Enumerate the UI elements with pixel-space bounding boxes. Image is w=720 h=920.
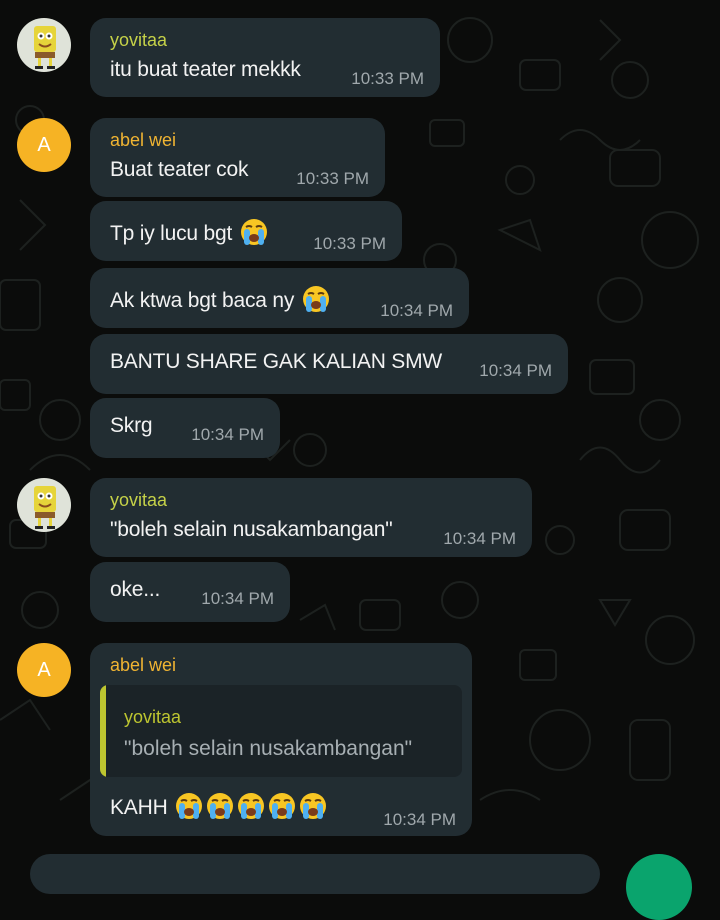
message-text: Tp iy lucu bgt xyxy=(110,217,269,247)
message-input[interactable] xyxy=(30,854,600,894)
sender-name-abel[interactable]: abel wei xyxy=(110,655,176,676)
contact-avatar-abel[interactable]: A xyxy=(17,643,71,697)
reply-message-bubble[interactable]: abel wei yovitaa "boleh selain nusakamba… xyxy=(90,643,472,836)
quoted-sender-name: yovitaa xyxy=(124,707,182,727)
message-bubble[interactable]: Tp iy lucu bgt 10:33 PM xyxy=(90,201,402,261)
message-text: itu buat teater mekkk xyxy=(110,58,301,81)
contact-avatar-abel[interactable]: A xyxy=(17,118,71,172)
message-list[interactable]: yovitaa itu buat teater mekkk 10:33 PM A… xyxy=(0,0,720,864)
message-bubble[interactable]: BANTU SHARE GAK KALIAN SMW 10:34 PM xyxy=(90,334,568,394)
sponge-character-icon xyxy=(34,486,56,529)
contact-avatar-yovitaa[interactable] xyxy=(17,18,71,72)
loudly-crying-face-icon xyxy=(269,793,296,819)
avatar-initial: A xyxy=(37,658,51,681)
loudly-crying-face-icon xyxy=(240,219,267,245)
message-bubble[interactable]: yovitaa "boleh selain nusakambangan" 10:… xyxy=(90,478,532,557)
message-text: Buat teater cok xyxy=(110,158,249,181)
message-text: Skrg xyxy=(110,414,153,437)
loudly-crying-face-icon xyxy=(207,793,234,819)
message-text: KAHH xyxy=(110,791,328,821)
quote-accent-bar xyxy=(100,685,106,777)
sender-name-abel[interactable]: abel wei xyxy=(110,130,176,151)
message-time: 10:34 PM xyxy=(443,529,516,548)
message-time: 10:33 PM xyxy=(351,69,424,88)
message-text-content: KAHH xyxy=(110,796,168,819)
quoted-text: "boleh selain nusakambangan" xyxy=(124,737,413,760)
message-text: "boleh selain nusakambangan" xyxy=(110,518,393,541)
message-time: 10:34 PM xyxy=(383,810,456,829)
message-time: 10:33 PM xyxy=(296,169,369,188)
message-time: 10:34 PM xyxy=(479,361,552,380)
message-bubble[interactable]: Skrg 10:34 PM xyxy=(90,398,280,458)
emoji-row xyxy=(173,793,328,819)
message-bubble[interactable]: abel wei Buat teater cok 10:33 PM xyxy=(90,118,385,197)
loudly-crying-face-icon xyxy=(302,286,329,312)
message-time: 10:34 PM xyxy=(201,589,274,608)
message-time: 10:34 PM xyxy=(191,425,264,444)
message-time: 10:33 PM xyxy=(313,234,386,253)
message-time: 10:34 PM xyxy=(380,301,453,320)
message-text: oke... xyxy=(110,578,161,601)
sender-name-yovitaa[interactable]: yovitaa xyxy=(110,30,167,51)
quoted-message[interactable]: yovitaa "boleh selain nusakambangan" xyxy=(100,685,462,777)
loudly-crying-face-icon xyxy=(300,793,327,819)
avatar-initial: A xyxy=(37,133,51,156)
sponge-character-icon xyxy=(34,26,56,69)
loudly-crying-face-icon xyxy=(238,793,265,819)
message-bubble[interactable]: yovitaa itu buat teater mekkk 10:33 PM xyxy=(90,18,440,97)
contact-avatar-yovitaa[interactable] xyxy=(17,478,71,532)
message-text-content: Tp iy lucu bgt xyxy=(110,222,233,245)
sender-name-yovitaa[interactable]: yovitaa xyxy=(110,490,167,511)
message-text-content: Ak ktwa bgt baca ny xyxy=(110,289,295,312)
message-bubble[interactable]: oke... 10:34 PM xyxy=(90,562,290,622)
message-text: Ak ktwa bgt baca ny xyxy=(110,284,331,314)
loudly-crying-face-icon xyxy=(176,793,203,819)
message-bubble[interactable]: Ak ktwa bgt baca ny 10:34 PM xyxy=(90,268,469,328)
message-text: BANTU SHARE GAK KALIAN SMW xyxy=(110,350,443,373)
